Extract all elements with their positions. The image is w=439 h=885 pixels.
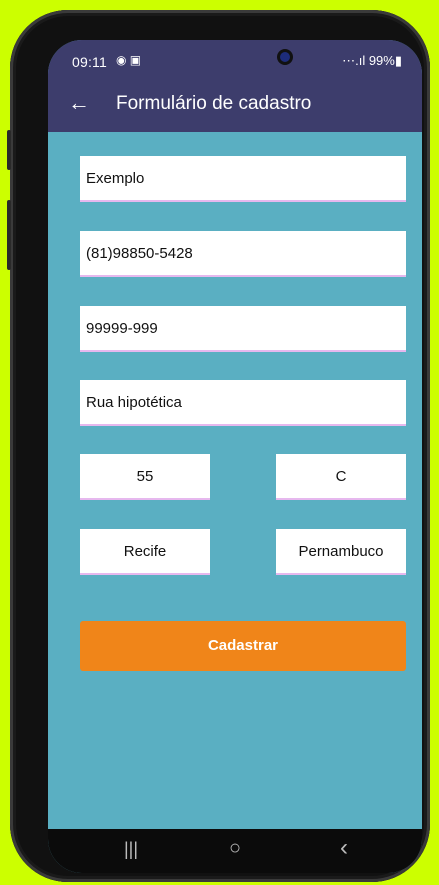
number-field[interactable]: 55 [80,454,210,500]
camera-icon [280,52,290,62]
submit-button[interactable]: Cadastrar [80,621,406,671]
page-title: Formulário de cadastro [116,93,312,114]
app-bar: ← Formulário de cadastro [48,80,422,132]
back-nav-icon[interactable]: ‹ [340,834,348,862]
battery-signal-icons: ⋯.ıl 99%▮ [342,53,402,68]
app-screen: 09:11 ◉ ▣ ⋯.ıl 99%▮ ← Formulário de cada… [48,40,422,873]
name-field[interactable]: Exemplo [80,156,406,202]
status-bar: 09:11 ◉ ▣ ⋯.ıl 99%▮ [48,40,422,80]
status-time: 09:11 [72,54,107,70]
home-icon[interactable]: ○ [229,837,241,860]
volume-button [7,200,11,270]
cep-field[interactable]: 99999-999 [80,306,406,352]
notification-icons: ◉ ▣ [116,53,142,67]
back-arrow-icon[interactable]: ← [68,89,90,117]
side-button [7,130,11,170]
city-field[interactable]: Recife [80,529,210,575]
state-field[interactable]: Pernambuco [276,529,406,575]
recents-icon[interactable]: ||| [124,839,138,860]
phone-field[interactable]: (81)98850-5428 [80,231,406,277]
complement-field[interactable]: C [276,454,406,500]
street-field[interactable]: Rua hipotética [80,380,406,426]
phone-frame: 09:11 ◉ ▣ ⋯.ıl 99%▮ ← Formulário de cada… [7,10,430,882]
system-nav-bar: ||| ○ ‹ [48,829,422,873]
